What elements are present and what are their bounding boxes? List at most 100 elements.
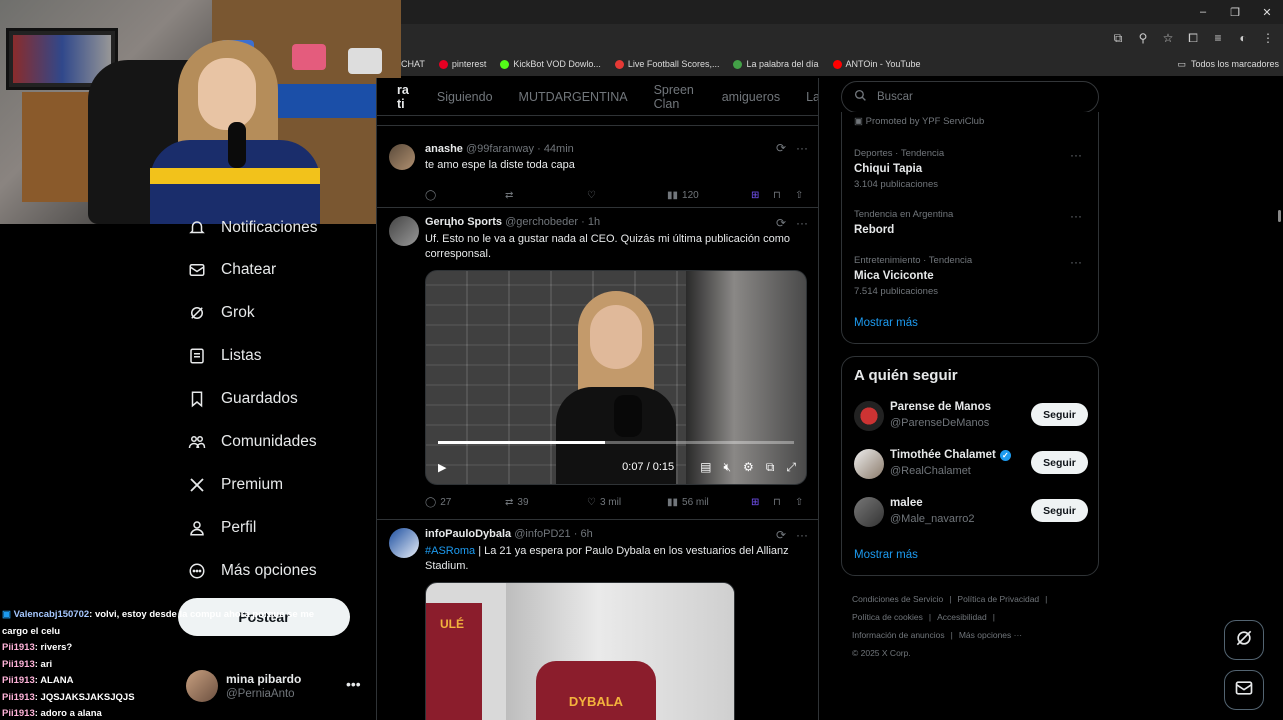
views-stat[interactable]: ▮▮ 120: [667, 190, 699, 201]
repost-stat[interactable]: ⇄ 39: [505, 497, 529, 508]
media-icon[interactable]: ≡: [1207, 27, 1229, 49]
grok-bookmark-icon[interactable]: ⊞: [751, 190, 759, 201]
follow-button[interactable]: Seguir: [1031, 451, 1088, 474]
tweet[interactable]: infoPauloDybala @infoPD21 · 6h ⟳ ··· #ASR…: [377, 520, 818, 720]
nav-perfil[interactable]: Perfil: [187, 513, 256, 543]
grok-fab-button[interactable]: [1224, 620, 1264, 660]
tweet-image[interactable]: ULÉ DYBALA: [425, 582, 735, 720]
tweet-author[interactable]: infoPauloDybala: [425, 528, 511, 540]
maximize-button[interactable]: ❐: [1219, 0, 1251, 24]
close-window-button[interactable]: ✕: [1251, 0, 1283, 24]
captions-icon[interactable]: ▤: [700, 460, 711, 474]
trend-item[interactable]: Tendencia en Argentina Rebord ···: [854, 209, 1088, 236]
bookmark-icon[interactable]: ⊓: [773, 497, 781, 508]
bookmark-youtube[interactable]: ANTOin - YouTube: [832, 59, 921, 69]
follow-button[interactable]: Seguir: [1031, 499, 1088, 522]
tab-mutdargentina[interactable]: MUTDARGENTINA: [519, 90, 628, 104]
follow-suggestion[interactable]: Parense de Manos @ParenseDeManos Seguir: [854, 399, 1088, 433]
settings-icon[interactable]: ⚙: [743, 460, 754, 474]
more-icon[interactable]: ···: [1070, 255, 1082, 269]
grok-icon[interactable]: ⟳: [776, 216, 786, 230]
bookmark-palabra[interactable]: La palabra del día: [733, 59, 819, 69]
more-icon[interactable]: ···: [1070, 148, 1082, 162]
profile-avatar[interactable]: ◐: [1232, 27, 1254, 49]
tweet-handle[interactable]: @infoPD21: [514, 528, 570, 540]
footer-link[interactable]: Política de cookies: [852, 612, 923, 622]
reply-stat[interactable]: ◯ 27: [425, 497, 451, 508]
more-icon[interactable]: ···: [1070, 209, 1082, 223]
nav-guardados[interactable]: Guardados: [187, 384, 298, 414]
tweet-time[interactable]: · 6h: [574, 528, 593, 540]
browser-menu-icon[interactable]: ⋮: [1257, 27, 1279, 49]
trend-title: Mica Viciconte: [854, 270, 934, 282]
footer-link[interactable]: Condiciones de Servicio: [852, 594, 943, 604]
tweet-author[interactable]: anashe: [425, 143, 463, 155]
tweet-handle[interactable]: @99faranway: [466, 143, 534, 155]
bookmark-chat[interactable]: CHAT: [401, 59, 425, 69]
footer-link[interactable]: Política de Privacidad: [957, 594, 1039, 604]
extensions-icon[interactable]: ⧠: [1182, 27, 1204, 49]
nav-chatear[interactable]: Chatear: [187, 255, 276, 285]
nav-premium[interactable]: Premium: [187, 470, 283, 500]
footer-link[interactable]: Accesibilidad: [937, 612, 987, 622]
tweet-time[interactable]: · 1h: [581, 216, 600, 228]
tab-siguiendo[interactable]: Siguiendo: [437, 90, 493, 104]
more-icon[interactable]: ···: [796, 141, 808, 155]
tweet[interactable]: Gerцho Sports @gerchobeder · 1h ⟳ ··· Uf.…: [377, 208, 818, 520]
tweet-handle[interactable]: @gerchobeder: [505, 216, 578, 228]
views-stat[interactable]: ▮▮ 56 mil: [667, 497, 709, 508]
bookmarks-folder[interactable]: ▭ Todos los marcadores: [1177, 52, 1279, 76]
nav-grok[interactable]: Grok: [187, 298, 255, 328]
pip-icon[interactable]: ⧉: [766, 460, 775, 475]
account-more-icon[interactable]: •••: [346, 676, 361, 692]
tab-amigueros[interactable]: amigueros: [722, 90, 780, 104]
tweet-time[interactable]: · 44min: [537, 143, 574, 155]
fullscreen-icon[interactable]: ⤢: [786, 460, 796, 475]
nav-listas[interactable]: Listas: [187, 341, 262, 371]
video-progress-bar[interactable]: [438, 441, 794, 444]
tab-spreen-clan[interactable]: Spreen Clan: [654, 83, 696, 111]
install-app-icon[interactable]: ⧉: [1107, 27, 1129, 49]
bookmark-kickbot[interactable]: KickBot VOD Dowlo...: [500, 59, 601, 69]
footer-link[interactable]: Más opciones ···: [959, 630, 1022, 640]
follow-button[interactable]: Seguir: [1031, 403, 1088, 426]
like-stat[interactable]: ♡ 3 mil: [587, 497, 621, 508]
messages-fab-button[interactable]: [1224, 670, 1264, 710]
share-icon[interactable]: ⇧: [795, 190, 803, 201]
tweet[interactable]: anashe @99faranway · 44min ⟳ ··· te amo e…: [377, 126, 818, 208]
more-icon[interactable]: ···: [796, 216, 808, 230]
trend-item[interactable]: Entretenimiento · Tendencia Mica Vicicon…: [854, 255, 1088, 297]
trend-item[interactable]: Deportes · Tendencia Chiqui Tapia 3.104 …: [854, 148, 1088, 190]
star-icon[interactable]: ☆: [1157, 27, 1179, 49]
play-icon[interactable]: ▶: [438, 461, 446, 474]
bookmark-pinterest[interactable]: pinterest: [438, 59, 486, 69]
follow-suggestion[interactable]: Timothée Chalamet ✓ @RealChalamet Seguir: [854, 447, 1088, 481]
volume-icon[interactable]: 🔇︎: [723, 460, 731, 475]
footer-link[interactable]: Información de anuncios: [852, 630, 945, 640]
grok-icon[interactable]: ⟳: [776, 528, 786, 542]
reply-icon[interactable]: ◯: [425, 190, 436, 201]
zoom-icon[interactable]: ⚲: [1132, 27, 1154, 49]
bookmark-icon[interactable]: ⊓: [773, 190, 781, 201]
bookmark-football[interactable]: Live Football Scores,...: [614, 59, 719, 69]
nav-notifications[interactable]: Notificaciones: [187, 213, 318, 243]
grok-icon[interactable]: ⟳: [776, 141, 786, 155]
follow-suggestion[interactable]: malee @Male_navarro2 Seguir: [854, 495, 1088, 529]
share-icon[interactable]: ⇧: [795, 497, 803, 508]
nav-comunidades[interactable]: Comunidades: [187, 427, 317, 457]
minimize-button[interactable]: –: [1187, 0, 1219, 24]
show-more-trends-link[interactable]: Mostrar más: [854, 317, 918, 329]
tab-la[interactable]: La: [806, 90, 818, 104]
tweet-author[interactable]: Gerцho Sports: [425, 216, 502, 228]
repost-icon[interactable]: ⇄: [505, 190, 513, 201]
like-icon[interactable]: ♡: [587, 190, 596, 201]
tab-para-ti[interactable]: ra ti: [397, 83, 411, 111]
search-input[interactable]: Buscar: [841, 81, 1099, 113]
show-more-follow-link[interactable]: Mostrar más: [854, 549, 918, 561]
tweet-video[interactable]: ▶ 0:07 / 0:15 ▤ 🔇︎ ⚙ ⧉ ⤢: [425, 270, 807, 485]
grok-bookmark-icon[interactable]: ⊞: [751, 497, 759, 508]
scrollbar[interactable]: [1278, 210, 1281, 222]
nav-mas-opciones[interactable]: Más opciones: [187, 556, 317, 586]
more-icon[interactable]: ···: [796, 528, 808, 542]
hashtag-link[interactable]: #ASRoma: [425, 545, 475, 557]
